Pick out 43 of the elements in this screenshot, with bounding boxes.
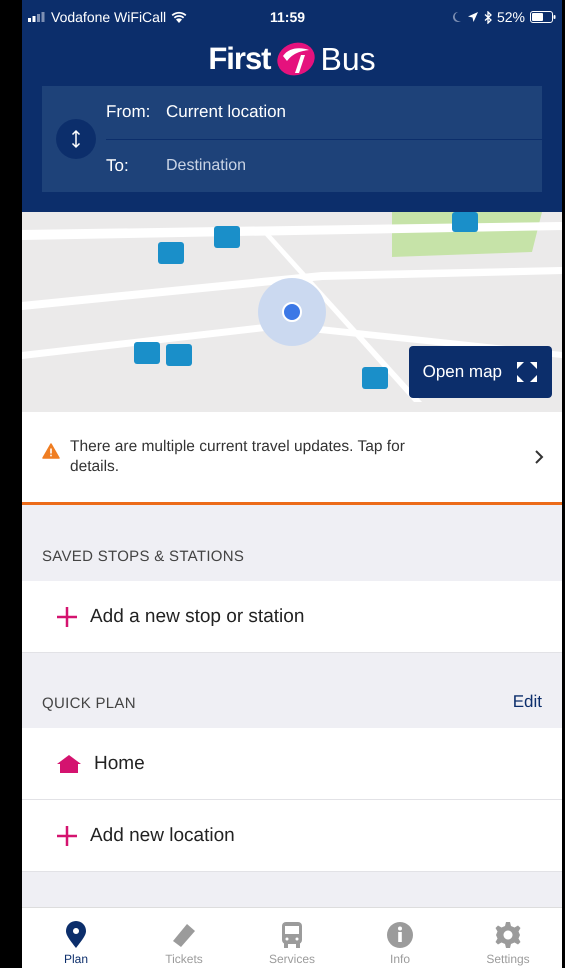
- signal-icon: [28, 12, 46, 22]
- swirl-logo-icon: [274, 41, 317, 77]
- to-placeholder: Destination: [166, 156, 246, 175]
- wifi-icon: [171, 11, 188, 23]
- edit-link[interactable]: Edit: [512, 692, 542, 712]
- warning-icon: [42, 443, 60, 459]
- expand-icon: [516, 361, 538, 383]
- tab[interactable]: Plan: [22, 908, 130, 968]
- open-map-button[interactable]: Open map: [408, 346, 552, 398]
- plus-icon: [56, 824, 78, 846]
- swap-button[interactable]: [56, 119, 96, 159]
- to-field[interactable]: To: Destination: [106, 140, 542, 192]
- bluetooth-icon: [484, 10, 492, 24]
- from-label: From:: [106, 102, 152, 122]
- brand-name: First: [208, 41, 271, 77]
- brand-suffix: Bus: [320, 40, 376, 78]
- from-value: Current location: [166, 102, 286, 122]
- from-field[interactable]: From: Current location: [106, 86, 542, 140]
- moon-icon: [452, 11, 462, 23]
- item-label: Home: [94, 752, 145, 774]
- item-label: Add a new stop or station: [90, 606, 304, 628]
- swap-arrows-icon: [71, 129, 81, 149]
- plus-icon: [56, 606, 78, 628]
- list-item[interactable]: Add a new stop or station: [22, 581, 562, 653]
- chevron-right-icon: [534, 449, 544, 465]
- info-icon: [386, 921, 414, 949]
- list-item[interactable]: Add new location: [22, 800, 562, 872]
- battery-icon: [530, 11, 556, 23]
- section-heading: QUICK PLAN: [42, 695, 136, 712]
- map-pin-icon: [65, 921, 87, 949]
- section-heading: SAVED STOPS & STATIONS: [42, 548, 244, 565]
- clock-time: 11:59: [270, 9, 306, 25]
- alert-row[interactable]: There are multiple current travel updates. Tap for details.: [22, 412, 562, 505]
- carrier-name: Vodafone WiFiCall: [51, 9, 166, 25]
- settings-icon: [494, 921, 522, 949]
- location-arrow-icon: [466, 11, 479, 23]
- item-label: Add new location: [90, 824, 235, 846]
- list-item[interactable]: Home: [22, 728, 562, 800]
- bus-icon: [280, 921, 304, 949]
- alert-message: There are multiple current travel updates. Tap for details.: [70, 436, 406, 477]
- home-icon: [56, 754, 82, 774]
- battery-percent: 52%: [496, 9, 525, 25]
- to-label: To:: [106, 156, 130, 176]
